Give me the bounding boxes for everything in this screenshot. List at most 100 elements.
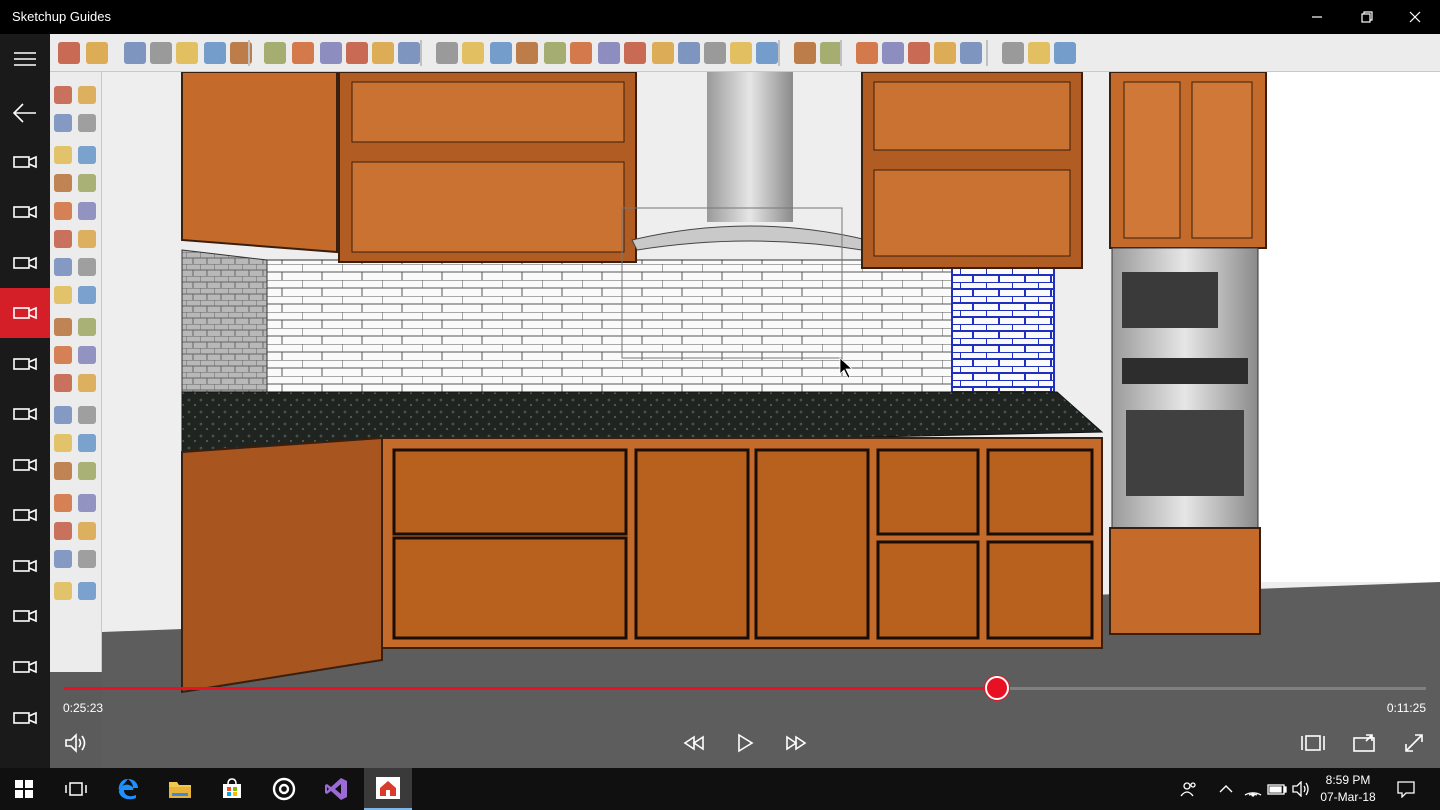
play-icon <box>738 733 754 753</box>
task-view-button[interactable] <box>52 768 100 810</box>
rail-item-video-7[interactable] <box>0 440 50 490</box>
sketchup-tool-icon <box>54 522 72 540</box>
rail-item-video-2[interactable] <box>0 187 50 237</box>
toolbar-separator <box>248 40 250 66</box>
sketchup-tool-icon <box>54 374 72 392</box>
close-icon <box>1409 11 1421 23</box>
sketchup-tool-icon <box>54 230 72 248</box>
sketchup-tool-icon <box>704 42 726 64</box>
progress-thumb[interactable] <box>984 676 1009 700</box>
sketchup-tool-icon <box>54 494 72 512</box>
sketchup-tool-icon <box>86 42 108 64</box>
sketchup-tool-icon <box>54 406 72 424</box>
action-center-button[interactable] <box>1392 768 1420 810</box>
video-icon <box>13 205 37 219</box>
sketchup-tool-icon <box>54 286 72 304</box>
sketchup-tool-icon <box>490 42 512 64</box>
window-title: Sketchup Guides <box>12 9 112 24</box>
rewind-icon <box>683 735 704 751</box>
rail-item-video-5[interactable] <box>0 339 50 389</box>
fullscreen-icon <box>1405 734 1423 752</box>
sketchup-tool-icon <box>598 42 620 64</box>
sketchup-toolbar <box>50 34 1440 72</box>
sketchup-tool-icon <box>54 202 72 220</box>
sketchup-tool-icon <box>882 42 904 64</box>
sketchup-tool-icon <box>78 522 96 540</box>
video-icon <box>13 407 37 421</box>
people-icon <box>1180 782 1196 797</box>
sketchup-tool-icon <box>54 174 72 192</box>
sketchup-tool-icon <box>678 42 700 64</box>
aspect-ratio-button[interactable] <box>1297 727 1329 759</box>
sketchup-tool-icon <box>264 42 286 64</box>
edge-app[interactable] <box>104 768 152 810</box>
sketchup-tool-icon <box>908 42 930 64</box>
store-app[interactable] <box>208 768 256 810</box>
video-frame[interactable]: 0:25:23 0:11:25 <box>50 34 1440 768</box>
sketchup-guides-app[interactable] <box>364 768 412 810</box>
cast-icon <box>1353 734 1375 752</box>
groove-app[interactable] <box>260 768 308 810</box>
action-center-icon <box>1397 781 1415 798</box>
rail-item-video-1[interactable] <box>0 137 50 187</box>
file-explorer-app[interactable] <box>156 768 204 810</box>
toolbar-separator <box>778 40 780 66</box>
back-button[interactable] <box>0 88 50 138</box>
rail-item-video-8[interactable] <box>0 490 50 540</box>
taskbar-clock[interactable]: 8:59 PM 07-Mar-18 <box>1308 772 1388 806</box>
close-button[interactable] <box>1392 0 1438 34</box>
sketchup-tool-icon <box>150 42 172 64</box>
video-icon <box>13 711 37 725</box>
rail-item-video-10[interactable] <box>0 591 50 641</box>
cast-button[interactable] <box>1348 727 1380 759</box>
sketchup-tool-icon <box>730 42 752 64</box>
sketchup-tool-icon <box>78 230 96 248</box>
sketchup-tool-icon <box>78 462 96 480</box>
minimize-button[interactable] <box>1294 0 1340 34</box>
visual-studio-app[interactable] <box>312 768 360 810</box>
minimize-icon <box>1312 16 1322 18</box>
fullscreen-button[interactable] <box>1398 727 1430 759</box>
sketchup-tool-icon <box>54 114 72 132</box>
sketchup-tool-icon <box>398 42 420 64</box>
sketchup-tool-icon <box>54 86 72 104</box>
menu-button[interactable] <box>0 34 50 84</box>
people-button[interactable] <box>1176 768 1202 810</box>
elapsed-time: 0:25:23 <box>63 701 104 715</box>
progress-bar[interactable] <box>64 676 1426 700</box>
video-icon <box>13 155 37 169</box>
rail-item-video-3[interactable] <box>0 238 50 288</box>
back-arrow-icon <box>12 103 36 123</box>
sketchup-tool-icon <box>204 42 226 64</box>
sketchup-tool-icon <box>54 434 72 452</box>
sketchup-tool-icon <box>78 114 96 132</box>
visual-studio-icon <box>325 778 347 800</box>
sketchup-tool-icon <box>54 462 72 480</box>
rail-item-video-6[interactable] <box>0 389 50 439</box>
sketchup-tool-icon <box>820 42 842 64</box>
sketchup-tool-icon <box>436 42 458 64</box>
volume-button[interactable] <box>60 727 92 759</box>
sketchup-tool-icon <box>346 42 368 64</box>
rail-item-video-12[interactable] <box>0 693 50 743</box>
fast-forward-button[interactable] <box>780 727 812 759</box>
rail-item-video-4[interactable] <box>0 288 50 338</box>
sketchup-guides-icon <box>376 777 400 799</box>
sketchup-tool-icon <box>544 42 566 64</box>
windows-taskbar: 8:59 PM 07-Mar-18 <box>0 768 1440 810</box>
show-hidden-icons-button[interactable] <box>1214 768 1238 810</box>
network-button[interactable] <box>1242 768 1264 810</box>
video-icon <box>13 256 37 270</box>
sketchup-tool-icon <box>78 582 96 600</box>
play-button[interactable] <box>729 727 761 759</box>
sketchup-tool-icon <box>78 286 96 304</box>
sketchup-tool-icon <box>960 42 982 64</box>
battery-button[interactable] <box>1266 768 1288 810</box>
rail-item-video-11[interactable] <box>0 642 50 692</box>
sketchup-tool-icon <box>856 42 878 64</box>
restore-button[interactable] <box>1344 0 1390 34</box>
start-button[interactable] <box>0 768 48 810</box>
sketchup-tool-icon <box>320 42 342 64</box>
rewind-button[interactable] <box>678 727 710 759</box>
rail-item-video-9[interactable] <box>0 541 50 591</box>
